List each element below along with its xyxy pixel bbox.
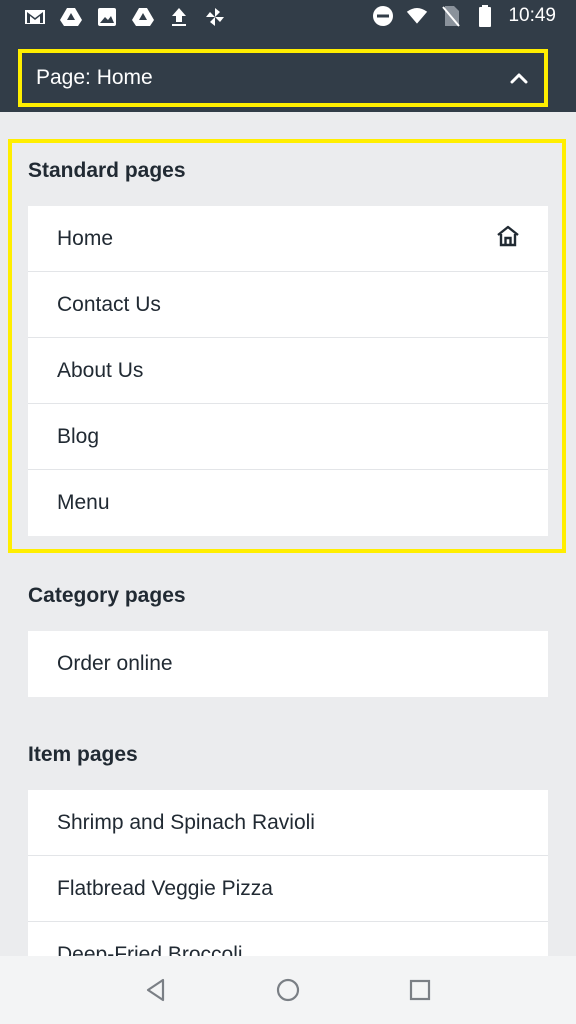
list-item-label: Blog: [57, 424, 100, 448]
app-header: Page: Home: [0, 34, 576, 112]
battery-icon: [474, 5, 496, 27]
recents-icon[interactable]: [400, 970, 440, 1010]
gmail-icon: [24, 6, 46, 28]
item-pages-list: Shrimp and Spinach Ravioli Flatbread Veg…: [28, 790, 548, 956]
list-item-label: Contact Us: [57, 292, 161, 316]
back-icon[interactable]: [136, 970, 176, 1010]
list-item-label: About Us: [57, 358, 144, 382]
home-circle-icon[interactable]: [268, 970, 308, 1010]
page-selector-dropdown[interactable]: Page: Home: [18, 49, 548, 107]
list-item-label: Home: [57, 226, 114, 250]
list-item-blog[interactable]: Blog: [28, 404, 548, 470]
list-item-home[interactable]: Home: [28, 206, 548, 272]
do-not-disturb-icon: [372, 5, 394, 27]
drive-icon: [132, 6, 154, 28]
list-item-order-online[interactable]: Order online: [28, 631, 548, 697]
system-nav-bar: [0, 956, 576, 1024]
list-item-label: Order online: [57, 652, 173, 675]
list-item-menu[interactable]: Menu: [28, 470, 548, 536]
home-icon: [496, 225, 520, 253]
section-title-item-pages: Item pages: [28, 743, 138, 766]
no-sim-icon: [440, 5, 462, 27]
section-title-standard-pages: Standard pages: [28, 159, 186, 182]
chevron-up-icon[interactable]: [508, 67, 530, 89]
system-icons: 10:49: [372, 5, 556, 27]
pinwheel-icon: [204, 6, 226, 28]
notification-icons: [24, 6, 226, 28]
section-title-category-pages: Category pages: [28, 584, 186, 607]
wifi-icon: [406, 5, 428, 27]
list-item-flatbread-veggie-pizza[interactable]: Flatbread Veggie Pizza: [28, 856, 548, 922]
list-item-label: Menu: [57, 491, 110, 514]
clock: 10:49: [508, 5, 556, 26]
drive-icon: [60, 6, 82, 28]
page-selector-label: Page: Home: [36, 66, 153, 89]
photos-icon: [96, 6, 118, 28]
category-pages-list: Order online: [28, 631, 548, 697]
list-item-label: Flatbread Veggie Pizza: [57, 876, 273, 900]
standard-pages-list: Home Contact Us About Us Blog Menu: [28, 206, 548, 536]
status-bar: 10:49: [0, 0, 576, 34]
list-item-shrimp-spinach-ravioli[interactable]: Shrimp and Spinach Ravioli: [28, 790, 548, 856]
list-item-label: Shrimp and Spinach Ravioli: [57, 810, 315, 834]
page-list-panel[interactable]: Standard pages Home Contact Us About Us …: [0, 112, 576, 956]
list-item-about-us[interactable]: About Us: [28, 338, 548, 404]
upload-icon: [168, 6, 190, 28]
list-item-label: Deep-Fried Broccoli: [57, 943, 243, 956]
list-item-contact-us[interactable]: Contact Us: [28, 272, 548, 338]
list-item-deep-fried-broccoli[interactable]: Deep-Fried Broccoli: [28, 922, 548, 956]
